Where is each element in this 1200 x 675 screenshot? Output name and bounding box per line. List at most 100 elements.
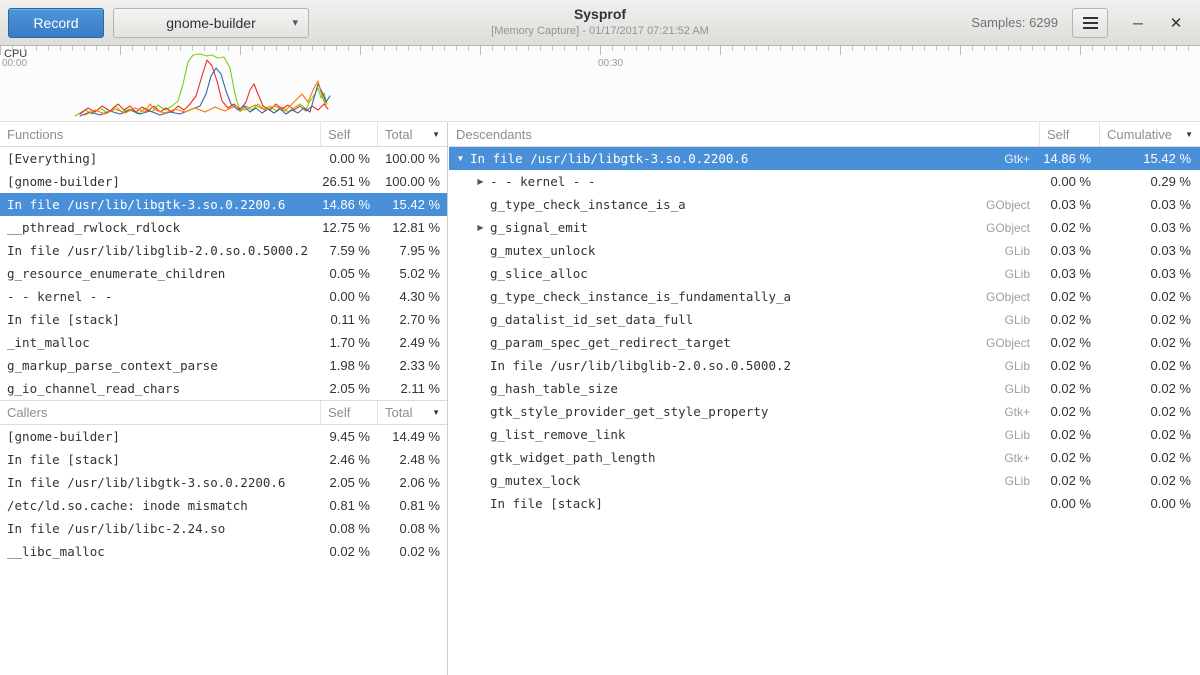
callers-list: [gnome-builder]9.45 %14.49 %In file [sta… [0,425,447,563]
column-header-total[interactable]: Total ▼ [378,122,447,146]
table-row[interactable]: [gnome-builder]9.45 %14.49 % [0,425,447,448]
self-value: 0.05 % [321,266,378,281]
column-header-self[interactable]: Self [321,122,378,146]
self-value: 0.03 % [1040,243,1100,258]
table-row[interactable]: In file /usr/lib/libgtk-3.so.0.2200.62.0… [0,471,447,494]
self-value: 14.86 % [1040,151,1100,166]
expander-icon[interactable]: ▼ [453,147,468,170]
table-row[interactable]: In file [stack]0.00 %0.00 % [449,492,1200,515]
function-name: In file /usr/lib/libglib-2.0.so.0.5000.2 [0,243,321,258]
cumulative-value: 0.02 % [1100,450,1200,465]
total-value: 15.42 % [378,197,447,212]
self-value: 1.70 % [321,335,378,350]
expander-icon[interactable]: ▶ [473,170,488,193]
table-row[interactable]: /etc/ld.so.cache: inode mismatch0.81 %0.… [0,494,447,517]
process-selector-label: gnome-builder [166,15,256,31]
function-name: In file [stack] [0,452,321,467]
table-row[interactable]: g_type_check_instance_is_fundamentally_a… [449,285,1200,308]
table-row[interactable]: gtk_widget_path_lengthGtk+0.02 %0.02 % [449,446,1200,469]
table-row[interactable]: g_param_spec_get_redirect_targetGObject0… [449,331,1200,354]
total-value: 0.02 % [378,544,447,559]
self-value: 0.03 % [1040,266,1100,281]
table-row[interactable]: g_mutex_lockGLib0.02 %0.02 % [449,469,1200,492]
self-value: 9.45 % [321,429,378,444]
table-row[interactable]: g_slice_allocGLib0.03 %0.03 % [449,262,1200,285]
function-name: In file /usr/lib/libgtk-3.so.0.2200.6 [0,197,321,212]
table-row[interactable]: g_io_channel_read_chars2.05 %2.11 % [0,377,447,400]
window-titles: Sysprof [Memory Capture] - 01/17/2017 07… [300,6,900,37]
table-row[interactable]: ▶g_signal_emitGObject0.02 %0.03 % [449,216,1200,239]
table-row[interactable]: g_resource_enumerate_children0.05 %5.02 … [0,262,447,285]
total-value: 0.81 % [378,498,447,513]
total-value: 100.00 % [378,174,447,189]
self-value: 0.03 % [1040,197,1100,212]
column-header-total[interactable]: Total ▼ [378,401,447,424]
table-row[interactable]: In file /usr/lib/libgtk-3.so.0.2200.614.… [0,193,447,216]
table-row[interactable]: In file /usr/lib/libc-2.24.so0.08 %0.08 … [0,517,447,540]
table-row[interactable]: ▼In file /usr/lib/libgtk-3.so.0.2200.6Gt… [449,147,1200,170]
column-header-total-label: Total [385,127,412,142]
table-row[interactable]: In file /usr/lib/libglib-2.0.so.0.5000.2… [0,239,447,262]
window-title: Sysprof [300,6,900,22]
minimize-button[interactable]: ─ [1124,10,1152,36]
table-row[interactable]: - - kernel - -0.00 %4.30 % [0,285,447,308]
function-name: _int_malloc [0,335,321,350]
table-row[interactable]: In file [stack]0.11 %2.70 % [0,308,447,331]
table-row[interactable]: g_markup_parse_context_parse1.98 %2.33 % [0,354,447,377]
table-row[interactable]: g_datalist_id_set_data_fullGLib0.02 %0.0… [449,308,1200,331]
table-row[interactable]: g_hash_table_sizeGLib0.02 %0.02 % [449,377,1200,400]
function-name: /etc/ld.so.cache: inode mismatch [0,498,321,513]
column-header-self[interactable]: Self [321,401,378,424]
table-row[interactable]: gtk_style_provider_get_style_propertyGtk… [449,400,1200,423]
table-row[interactable]: g_type_check_instance_is_aGObject0.03 %0… [449,193,1200,216]
menu-button[interactable] [1072,8,1108,38]
self-value: 0.11 % [321,312,378,327]
self-value: 0.00 % [1040,496,1100,511]
function-name: g_mutex_unlock [488,243,1005,258]
descendants-panel: Descendants Self Cumulative ▼ ▼In file /… [449,122,1200,675]
table-row[interactable]: g_list_remove_linkGLib0.02 %0.02 % [449,423,1200,446]
cumulative-value: 0.03 % [1100,243,1200,258]
record-button[interactable]: Record [8,8,104,38]
functions-panel: Functions Self Total ▼ [Everything]0.00 … [0,122,448,675]
column-header-cumulative[interactable]: Cumulative ▼ [1100,122,1200,146]
function-name: In file [stack] [488,496,1040,511]
self-value: 0.02 % [1040,220,1100,235]
self-value: 2.05 % [321,475,378,490]
total-value: 2.49 % [378,335,447,350]
column-header-descendants[interactable]: Descendants [449,122,1040,146]
total-value: 7.95 % [378,243,447,258]
function-name: g_markup_parse_context_parse [0,358,321,373]
cumulative-value: 0.02 % [1100,312,1200,327]
cpu-graph-area[interactable]: CPU 00:00 00:30 [0,46,1200,122]
table-row[interactable]: In file /usr/lib/libglib-2.0.so.0.5000.2… [449,354,1200,377]
function-name: g_type_check_instance_is_fundamentally_a [488,289,986,304]
time-label-start: 00:00 [2,58,27,69]
total-value: 2.48 % [378,452,447,467]
cumulative-value: 0.02 % [1100,427,1200,442]
process-selector-dropdown[interactable]: gnome-builder ▾ [113,8,309,38]
self-value: 0.02 % [1040,312,1100,327]
column-header-functions[interactable]: Functions [0,122,321,146]
expander-icon[interactable]: ▶ [473,216,488,239]
cumulative-value: 0.02 % [1100,289,1200,304]
table-row[interactable]: [Everything]0.00 %100.00 % [0,147,447,170]
total-value: 14.49 % [378,429,447,444]
table-row[interactable]: In file [stack]2.46 %2.48 % [0,448,447,471]
library-badge: GLib [1005,267,1040,281]
column-header-self[interactable]: Self [1040,122,1100,146]
cumulative-value: 0.29 % [1100,174,1200,189]
table-row[interactable]: __libc_malloc0.02 %0.02 % [0,540,447,563]
function-name: g_slice_alloc [488,266,1005,281]
table-row[interactable]: [gnome-builder]26.51 %100.00 % [0,170,447,193]
descendants-tree: ▼In file /usr/lib/libgtk-3.so.0.2200.6Gt… [449,147,1200,515]
table-row[interactable]: g_mutex_unlockGLib0.03 %0.03 % [449,239,1200,262]
function-name: In file /usr/lib/libglib-2.0.so.0.5000.2 [488,358,1005,373]
time-label-mid: 00:30 [598,58,623,69]
table-row[interactable]: __pthread_rwlock_rdlock12.75 %12.81 % [0,216,447,239]
table-row[interactable]: ▶- - kernel - -0.00 %0.29 % [449,170,1200,193]
column-header-callers[interactable]: Callers [0,401,321,424]
table-row[interactable]: _int_malloc1.70 %2.49 % [0,331,447,354]
close-button[interactable]: ✕ [1162,10,1190,36]
function-name: g_mutex_lock [488,473,1005,488]
